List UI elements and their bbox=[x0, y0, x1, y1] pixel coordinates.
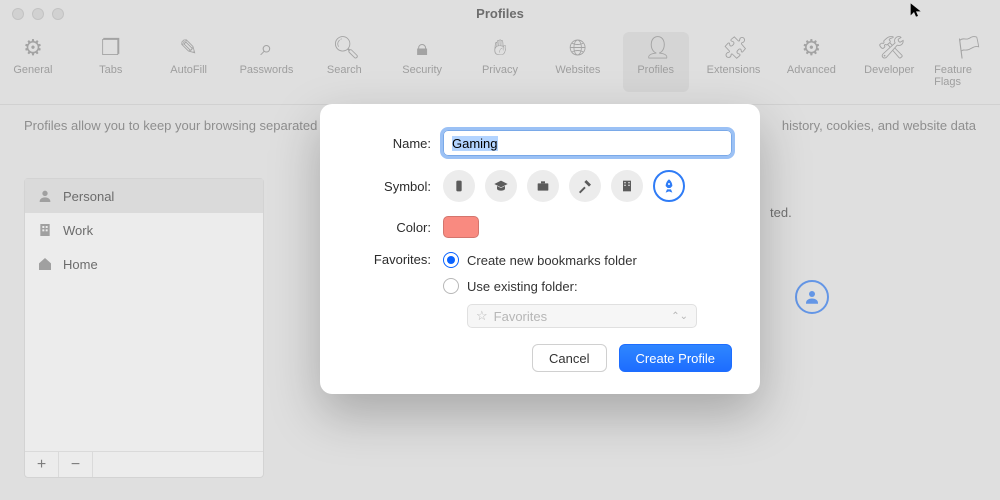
toolbar-item-search[interactable]: 🔍︎ Search bbox=[311, 32, 377, 92]
profiles-sidebar: Personal Work Home + − bbox=[24, 178, 264, 478]
remove-profile-button[interactable]: − bbox=[59, 452, 93, 477]
lock-icon: 🔒︎ bbox=[410, 36, 434, 60]
sidebar-item-label: Personal bbox=[63, 189, 114, 204]
create-profile-button[interactable]: Create Profile bbox=[619, 344, 732, 372]
search-icon: 🔍︎ bbox=[332, 36, 356, 60]
cancel-button[interactable]: Cancel bbox=[532, 344, 606, 372]
symbol-picker bbox=[443, 170, 685, 202]
toolbar-item-passwords[interactable]: ⌕ Passwords bbox=[234, 32, 300, 92]
mouse-cursor bbox=[908, 2, 924, 18]
toolbar-label: Tabs bbox=[99, 64, 122, 76]
toolbar-item-extensions[interactable]: 🧩︎ Extensions bbox=[701, 32, 767, 92]
toolbar-label: Privacy bbox=[482, 64, 518, 76]
grad-cap-icon bbox=[493, 178, 509, 194]
toolbar-label: Security bbox=[402, 64, 442, 76]
sidebar-item-label: Home bbox=[63, 257, 98, 272]
toolbar-item-feature-flags[interactable]: 🏳︎ Feature Flags bbox=[934, 32, 1000, 92]
building-icon bbox=[619, 178, 635, 194]
rocket-icon bbox=[661, 178, 677, 194]
person-icon bbox=[803, 288, 821, 306]
favorites-option-existing[interactable]: Use existing folder: bbox=[443, 278, 697, 294]
symbol-option-hammer[interactable] bbox=[569, 170, 601, 202]
toolbar-item-developer[interactable]: 🛠︎ Developer bbox=[856, 32, 922, 92]
toolbar-item-general[interactable]: ⚙︎ General bbox=[0, 32, 66, 92]
create-profile-dialog: Name: Symbol: Color: bbox=[320, 104, 760, 394]
favorites-folder-select[interactable]: ☆ Favorites ⌃⌄ bbox=[467, 304, 697, 328]
toolbar-label: Feature Flags bbox=[934, 64, 1000, 88]
toolbar-label: Passwords bbox=[240, 64, 294, 76]
toolbar-item-privacy[interactable]: ✋︎ Privacy bbox=[467, 32, 533, 92]
name-label: Name: bbox=[348, 136, 443, 151]
toolbar-item-profiles[interactable]: 👤︎ Profiles bbox=[623, 32, 689, 92]
toolbar-item-advanced[interactable]: ⚙︎ Advanced bbox=[778, 32, 844, 92]
sidebar-item-label: Work bbox=[63, 223, 93, 238]
toolbar-item-autofill[interactable]: ✎ AutoFill bbox=[156, 32, 222, 92]
symbol-option-rocket[interactable] bbox=[653, 170, 685, 202]
hand-icon: ✋︎ bbox=[488, 36, 512, 60]
color-picker[interactable] bbox=[443, 216, 479, 238]
toolbar-label: General bbox=[13, 64, 52, 76]
gears-icon: ⚙︎ bbox=[799, 36, 823, 60]
symbol-option-grad-cap[interactable] bbox=[485, 170, 517, 202]
toolbar-label: Extensions bbox=[707, 64, 761, 76]
sidebar-item-home[interactable]: Home bbox=[25, 247, 263, 281]
toolbar-label: Advanced bbox=[787, 64, 836, 76]
building-icon bbox=[37, 222, 53, 238]
globe-icon: 🌐︎ bbox=[566, 36, 590, 60]
color-label: Color: bbox=[348, 220, 443, 235]
radio-icon bbox=[443, 252, 459, 268]
profile-name-input[interactable] bbox=[443, 130, 732, 156]
sidebar-footer: + − bbox=[25, 451, 263, 477]
folder-select-value: Favorites bbox=[494, 309, 547, 324]
briefcase-icon bbox=[535, 178, 551, 194]
symbol-label: Symbol: bbox=[348, 179, 443, 194]
preferences-toolbar: ⚙︎ General ❐ Tabs ✎ AutoFill ⌕ Passwords… bbox=[0, 28, 1000, 105]
puzzle-icon: 🧩︎ bbox=[722, 36, 746, 60]
favorites-option-new[interactable]: Create new bookmarks folder bbox=[443, 252, 697, 268]
symbol-option-briefcase[interactable] bbox=[527, 170, 559, 202]
window-title: Profiles bbox=[0, 6, 1000, 21]
toolbar-item-tabs[interactable]: ❐ Tabs bbox=[78, 32, 144, 92]
favorites-label: Favorites: bbox=[348, 252, 443, 267]
sidebar-item-personal[interactable]: Personal bbox=[25, 179, 263, 213]
chevron-updown-icon: ⌃⌄ bbox=[671, 311, 688, 322]
toolbar-label: Websites bbox=[555, 64, 600, 76]
flags-icon: 🏳︎ bbox=[955, 36, 979, 60]
tools-icon: 🛠︎ bbox=[877, 36, 901, 60]
house-icon bbox=[37, 256, 53, 272]
star-icon: ☆ bbox=[476, 308, 488, 324]
radio-icon bbox=[443, 278, 459, 294]
person-icon bbox=[37, 188, 53, 204]
add-profile-button[interactable]: + bbox=[25, 452, 59, 477]
badge-icon bbox=[451, 178, 467, 194]
symbol-option-badge[interactable] bbox=[443, 170, 475, 202]
profile-avatar-circle[interactable] bbox=[795, 280, 829, 314]
toolbar-label: Developer bbox=[864, 64, 914, 76]
profile-detail-text-fragment: ted. bbox=[770, 205, 792, 220]
toolbar-label: Search bbox=[327, 64, 362, 76]
autofill-icon: ✎ bbox=[177, 36, 201, 60]
gear-icon: ⚙︎ bbox=[21, 36, 45, 60]
sidebar-item-work[interactable]: Work bbox=[25, 213, 263, 247]
tabs-icon: ❐ bbox=[99, 36, 123, 60]
toolbar-label: AutoFill bbox=[170, 64, 207, 76]
key-icon: ⌕ bbox=[254, 36, 278, 60]
radio-label: Use existing folder: bbox=[467, 279, 578, 294]
radio-label: Create new bookmarks folder bbox=[467, 253, 637, 268]
toolbar-item-security[interactable]: 🔒︎ Security bbox=[389, 32, 455, 92]
person-icon: 👤︎ bbox=[644, 36, 668, 60]
toolbar-item-websites[interactable]: 🌐︎ Websites bbox=[545, 32, 611, 92]
hammer-icon bbox=[577, 178, 593, 194]
toolbar-label: Profiles bbox=[637, 64, 674, 76]
symbol-option-building[interactable] bbox=[611, 170, 643, 202]
